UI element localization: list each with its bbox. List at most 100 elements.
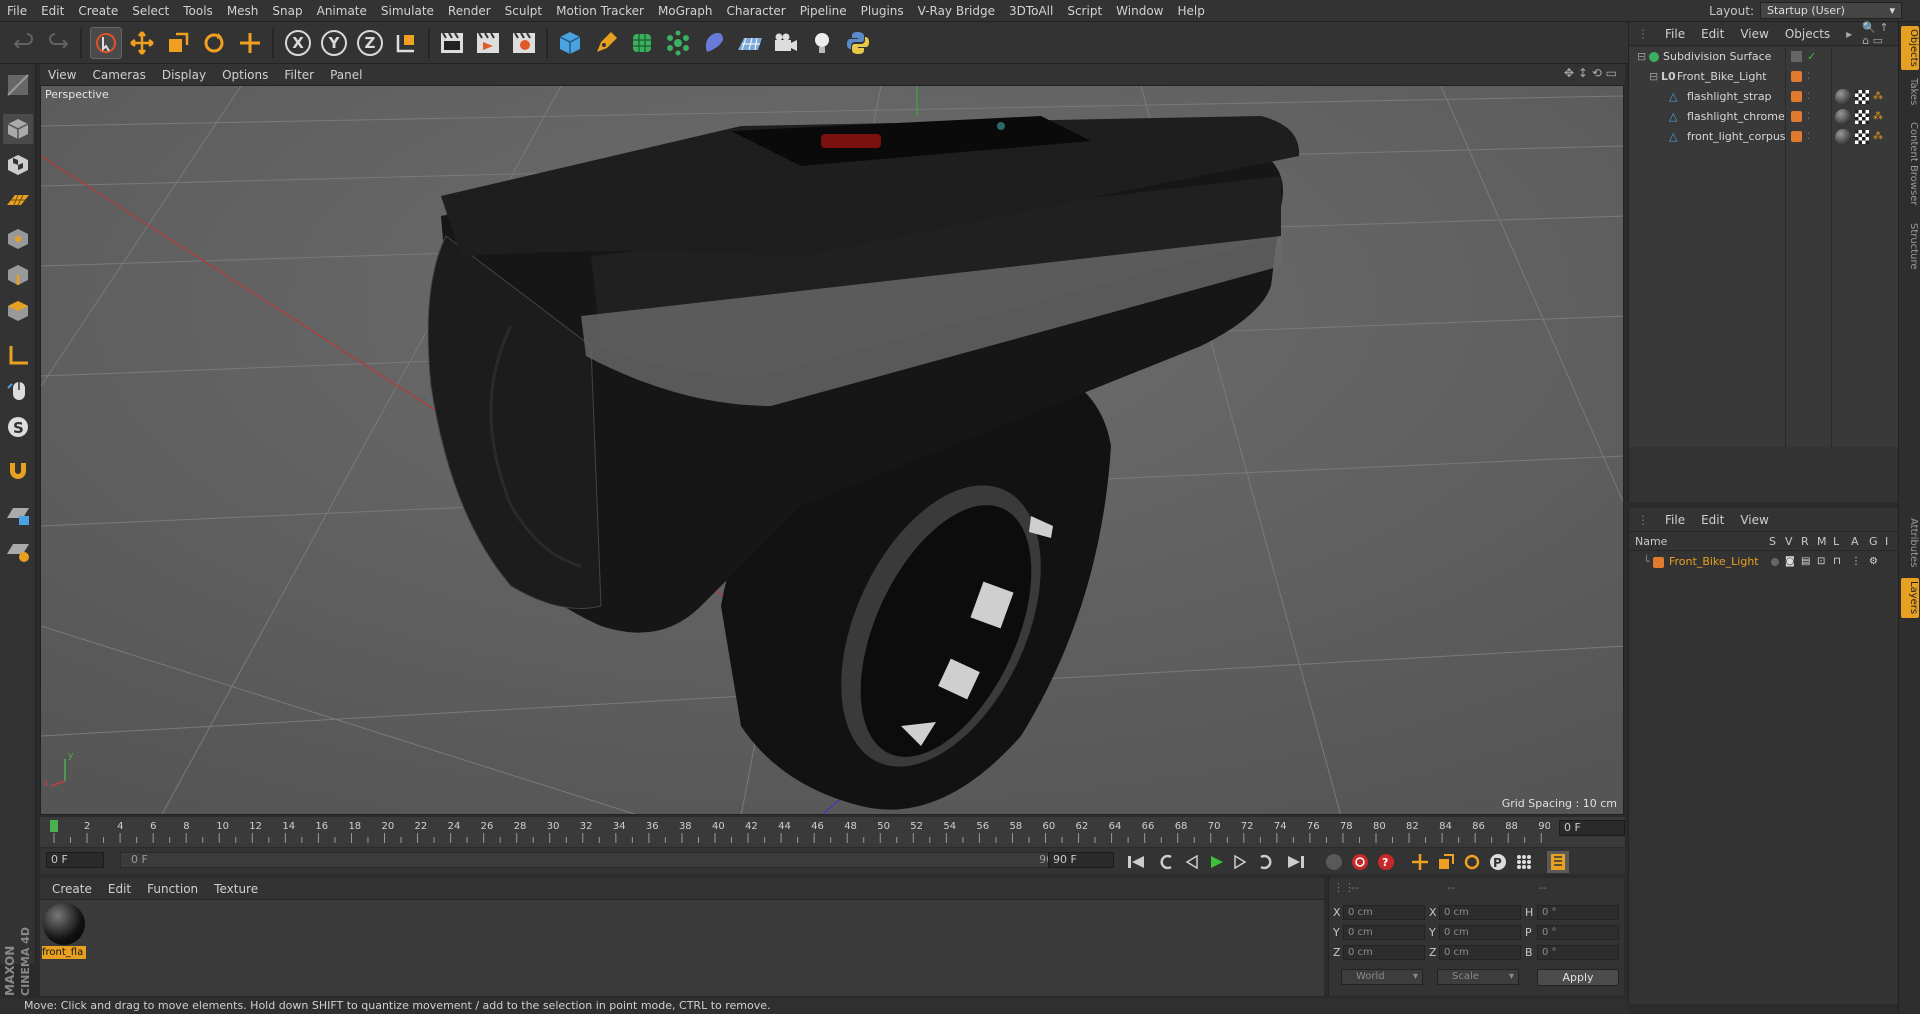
coord-rot-p-field[interactable]: 0 ° [1537, 925, 1619, 940]
menu-character[interactable]: Character [719, 0, 792, 22]
add-icon[interactable] [234, 27, 266, 59]
render-picture-viewer-icon[interactable] [472, 27, 504, 59]
object-row-flashlight-chrome[interactable]: △ flashlight_chrome ⁚ ⁂ [1629, 107, 1899, 127]
menu-snap[interactable]: Snap [265, 0, 309, 22]
coord-pos-x-field[interactable]: 0 cm [1343, 905, 1425, 920]
lock-workplane-icon[interactable] [3, 500, 33, 530]
layout-dropdown[interactable]: Startup (User) ▾ [1760, 2, 1902, 19]
object-menu-objects[interactable]: Objects [1777, 27, 1838, 41]
viewport-menu-cameras[interactable]: Cameras [84, 68, 153, 82]
points-mode-icon[interactable] [3, 224, 33, 254]
coord-pos-z-field[interactable]: 0 cm [1343, 945, 1425, 960]
tab-takes[interactable]: Takes [1901, 74, 1919, 110]
layer-swatch-icon[interactable] [1791, 51, 1802, 62]
menu-mograph[interactable]: MoGraph [651, 0, 720, 22]
move-icon[interactable] [126, 27, 158, 59]
end-frame-field[interactable]: 90 F [1048, 852, 1114, 868]
material-tag-icon[interactable] [1835, 109, 1851, 125]
workplane-icon[interactable] [3, 186, 33, 216]
phong-tag-icon[interactable]: ⁂ [1873, 87, 1883, 107]
menu-mesh[interactable]: Mesh [220, 0, 266, 22]
layer-row[interactable]: └ Front_Bike_Light ◙ ▤ ⊡ ⊓ ⋮ ⚙ [1629, 552, 1898, 572]
key-scale-icon[interactable] [1435, 851, 1457, 873]
menu-vray-bridge[interactable]: V-Ray Bridge [911, 0, 1002, 22]
tab-structure[interactable]: Structure [1901, 218, 1919, 274]
frame-range-slider[interactable]: 0 F 90 F [120, 852, 1080, 868]
go-to-end-icon[interactable] [1285, 851, 1307, 873]
menu-simulate[interactable]: Simulate [374, 0, 441, 22]
uvw-tag-icon[interactable] [1855, 90, 1869, 104]
floor-icon[interactable] [734, 27, 766, 59]
cube-icon[interactable] [554, 27, 586, 59]
axis-mode-icon[interactable] [3, 340, 33, 370]
menu-tools[interactable]: Tools [176, 0, 220, 22]
menu-arrow-icon[interactable]: ▸ [1838, 27, 1860, 41]
subdivision-icon[interactable] [626, 27, 658, 59]
material-menu-create[interactable]: Create [44, 882, 100, 896]
pen-icon[interactable] [590, 27, 622, 59]
light-icon[interactable] [806, 27, 838, 59]
viewport-menu-display[interactable]: Display [154, 68, 214, 82]
material-swatch[interactable]: front_fla [42, 902, 86, 960]
array-icon[interactable] [662, 27, 694, 59]
material-menu-function[interactable]: Function [139, 882, 206, 896]
lock-icon[interactable]: ⊓ [1833, 552, 1841, 572]
live-selection-icon[interactable] [90, 27, 122, 59]
menu-plugins[interactable]: Plugins [854, 0, 911, 22]
polygons-mode-icon[interactable] [3, 296, 33, 326]
object-row-subdivision-surface[interactable]: ⊟ Subdivision Surface ✓ [1629, 47, 1899, 67]
camera-icon[interactable] [770, 27, 802, 59]
layer-swatch-icon[interactable] [1791, 91, 1802, 102]
menu-animate[interactable]: Animate [310, 0, 374, 22]
timeline-ruler[interactable]: 0246810121416182022242628303234363840424… [40, 817, 1625, 847]
coord-rot-b-field[interactable]: 0 ° [1537, 945, 1619, 960]
tab-objects[interactable]: Objects [1901, 26, 1919, 70]
autokeying-icon[interactable]: ? [1375, 851, 1397, 873]
checkmark-icon[interactable]: ✓ [1807, 47, 1816, 67]
phong-tag-icon[interactable]: ⁂ [1873, 127, 1883, 147]
z-axis-icon[interactable]: Z [354, 27, 386, 59]
object-menu-edit[interactable]: Edit [1693, 27, 1732, 41]
previous-frame-icon[interactable] [1181, 851, 1203, 873]
tab-attributes[interactable]: Attributes [1901, 512, 1919, 574]
key-rotation-icon[interactable] [1461, 851, 1483, 873]
coordinate-system-icon[interactable] [390, 27, 422, 59]
uvw-tag-icon[interactable] [1855, 110, 1869, 124]
visibility-dots-icon[interactable]: ⁚ [1807, 87, 1810, 107]
viewport-nav-icons[interactable]: ✥ ↕ ⟲ ▭ [1564, 66, 1617, 80]
viewport-3d[interactable]: y x Perspective Grid Spacing : 10 cm [40, 85, 1624, 815]
viewport-menu-filter[interactable]: Filter [276, 68, 322, 82]
layer-swatch-icon[interactable] [1791, 111, 1802, 122]
material-menu-edit[interactable]: Edit [100, 882, 139, 896]
coord-pos-y-field[interactable]: 0 cm [1343, 925, 1425, 940]
object-row-flashlight-strap[interactable]: △ flashlight_strap ⁚ ⁂ [1629, 87, 1899, 107]
y-axis-icon[interactable]: Y [318, 27, 350, 59]
menu-create[interactable]: Create [71, 0, 125, 22]
visibility-dots-icon[interactable]: ⁚ [1807, 107, 1810, 127]
layer-swatch-icon[interactable] [1791, 71, 1802, 82]
model-mode-icon[interactable] [3, 114, 33, 144]
visibility-dots-icon[interactable]: ⁚ [1807, 67, 1810, 87]
object-manager-nav-icons[interactable]: 🔍 ↑ ⌂ ▭ [1862, 21, 1898, 47]
material-tag-icon[interactable] [1835, 129, 1851, 145]
next-key-icon[interactable] [1253, 851, 1275, 873]
tweak-mode-icon[interactable] [3, 376, 33, 406]
record-disabled-icon[interactable] [1323, 851, 1345, 873]
timeline-window-icon[interactable] [1547, 851, 1569, 873]
layer-color-icon[interactable] [1653, 557, 1664, 568]
material-menu-texture[interactable]: Texture [206, 882, 266, 896]
collapse-icon[interactable]: ⊟ [1649, 67, 1658, 87]
redo-icon[interactable] [42, 27, 74, 59]
coord-scale-dropdown[interactable]: Scale ▾ [1437, 969, 1519, 985]
layer-swatch-icon[interactable] [1791, 131, 1802, 142]
solo-icon[interactable] [1771, 558, 1779, 566]
layer-menu-file[interactable]: File [1657, 513, 1693, 527]
coord-mode-dropdown[interactable]: World ▾ [1341, 969, 1423, 985]
coord-size-y-field[interactable]: 0 cm [1439, 925, 1521, 940]
view-eye-icon[interactable]: ◙ [1785, 552, 1795, 572]
snap-icon[interactable]: S [3, 412, 33, 442]
coord-rot-h-field[interactable]: 0 ° [1537, 905, 1619, 920]
menu-window[interactable]: Window [1109, 0, 1170, 22]
key-pla-icon[interactable] [1513, 851, 1535, 873]
coord-size-z-field[interactable]: 0 cm [1439, 945, 1521, 960]
